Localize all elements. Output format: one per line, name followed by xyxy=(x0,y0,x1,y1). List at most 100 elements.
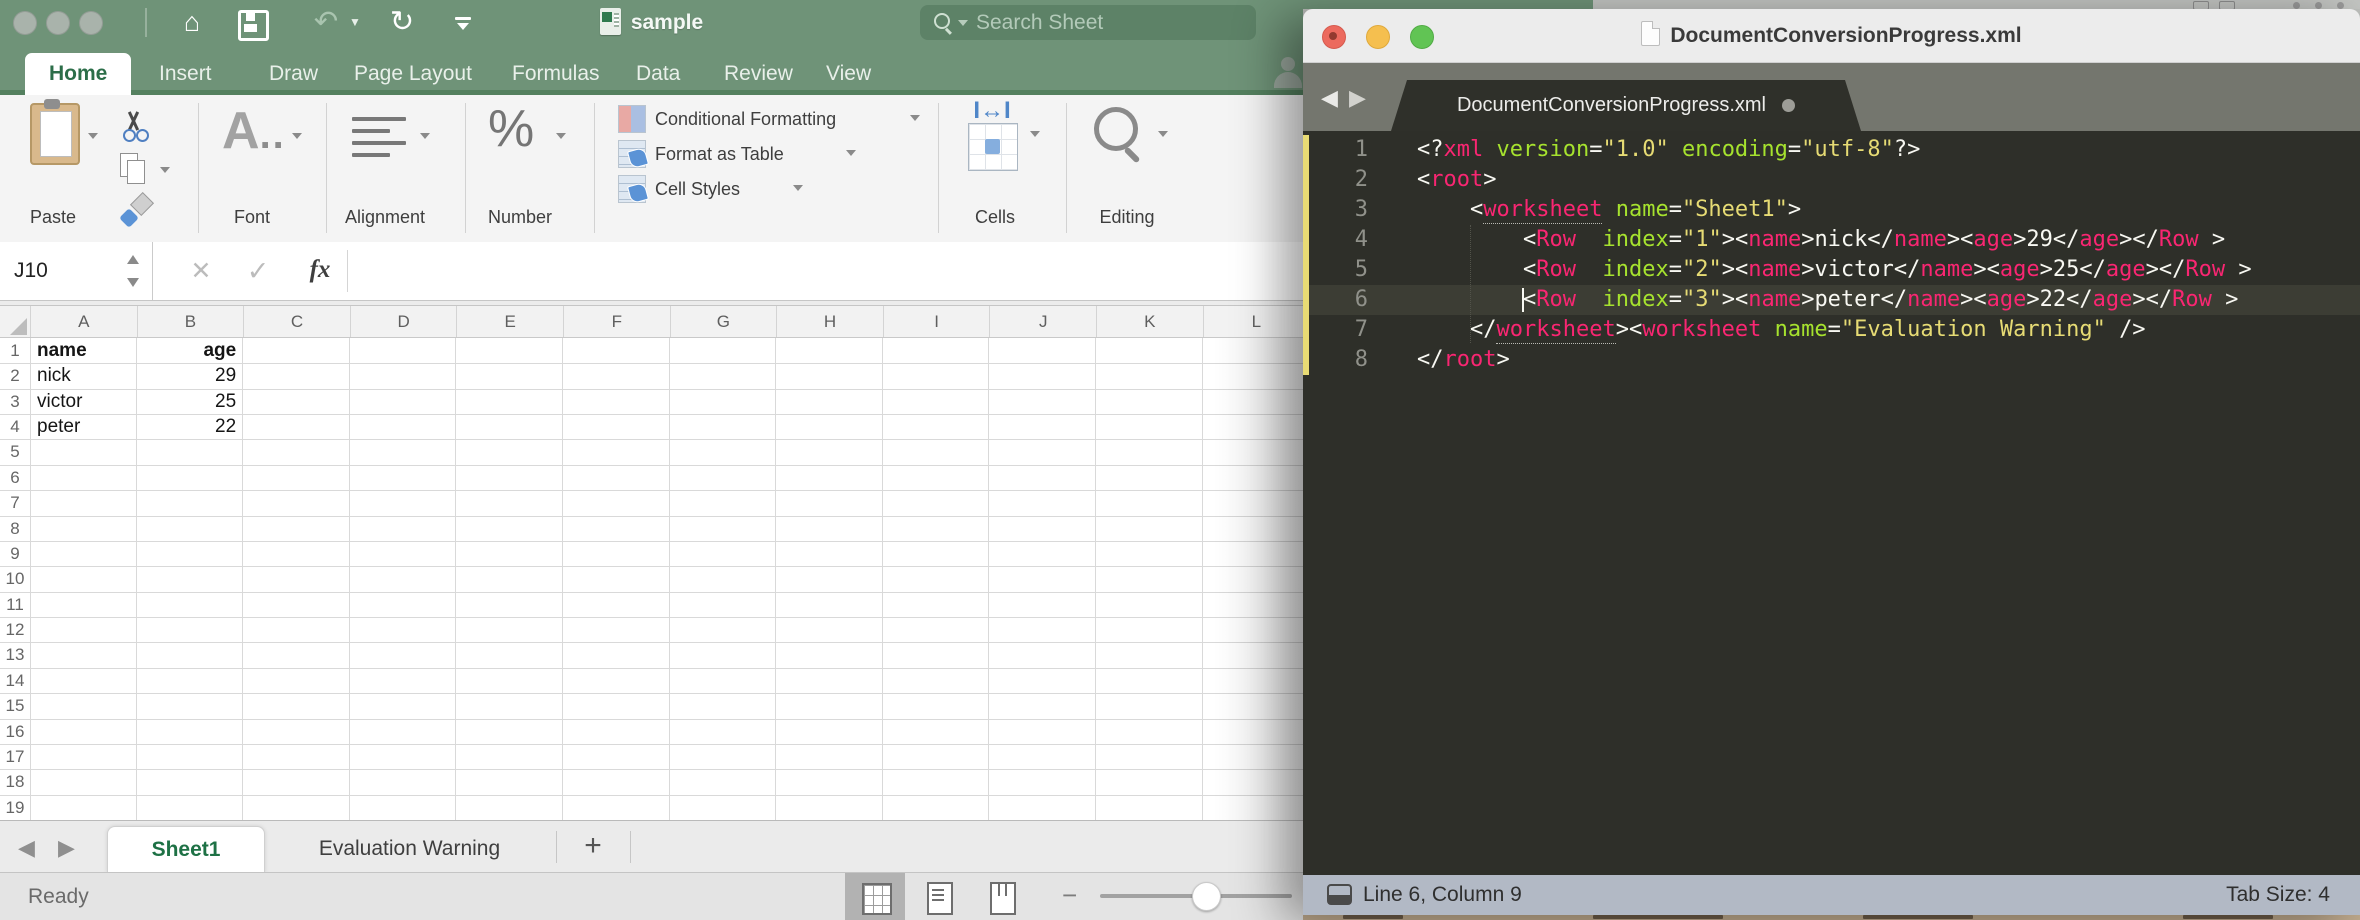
cut-icon[interactable] xyxy=(118,109,150,141)
code-line-2[interactable]: 2<root> xyxy=(1303,165,2360,195)
row-header-11[interactable]: 11 xyxy=(0,592,30,617)
page-break-view-button[interactable] xyxy=(971,873,1031,920)
editing-dropdown-icon[interactable] xyxy=(1158,131,1168,137)
panel-toggle-icon[interactable] xyxy=(1327,884,1352,905)
column-header-F[interactable]: F xyxy=(563,306,670,337)
column-header-E[interactable]: E xyxy=(456,306,563,337)
editor-file-tab[interactable]: DocumentConversionProgress.xml xyxy=(1391,80,1861,131)
paste-dropdown-icon[interactable] xyxy=(88,133,98,139)
row-header-17[interactable]: 17 xyxy=(0,744,30,769)
row-header-6[interactable]: 6 xyxy=(0,465,30,490)
line-number: 7 xyxy=(1303,315,1390,345)
number-dropdown-icon[interactable] xyxy=(556,133,566,139)
font-dropdown-icon[interactable] xyxy=(292,133,302,139)
enter-icon[interactable]: ✓ xyxy=(243,242,273,300)
row-header-13[interactable]: 13 xyxy=(0,642,30,667)
search-icon xyxy=(934,13,950,29)
paste-button[interactable] xyxy=(30,103,80,165)
cells-group-icon[interactable] xyxy=(968,123,1018,171)
zoom-out-icon[interactable]: − xyxy=(1062,873,1077,918)
formula-input[interactable] xyxy=(350,242,1303,300)
ribbon-tab-insert[interactable]: Insert xyxy=(135,53,236,95)
row-header-14[interactable]: 14 xyxy=(0,668,30,693)
cells-dropdown-icon[interactable] xyxy=(1030,131,1040,137)
code-line-1[interactable]: 1<?xml version="1.0" encoding="utf-8"?> xyxy=(1303,135,2360,165)
code-line-6[interactable]: 6 <Row index="3"><name>peter</name><age>… xyxy=(1303,285,2360,315)
cell-A1[interactable]: name xyxy=(30,338,137,363)
row-header-19[interactable]: 19 xyxy=(0,795,30,820)
nav-forward-icon[interactable]: ▶ xyxy=(1349,85,1366,111)
share-person-icon[interactable] xyxy=(1272,55,1303,89)
column-header-K[interactable]: K xyxy=(1096,306,1203,337)
alignment-dropdown-icon[interactable] xyxy=(420,133,430,139)
row-header-16[interactable]: 16 xyxy=(0,719,30,744)
cell-B1[interactable]: age xyxy=(137,338,244,363)
sheet-tab-sheet1[interactable]: Sheet1 xyxy=(107,826,265,873)
cell-A4[interactable]: peter xyxy=(30,414,137,439)
insert-function-icon[interactable]: fx xyxy=(302,242,338,298)
code-line-8[interactable]: 8</root> xyxy=(1303,345,2360,375)
ribbon-tab-page-layout[interactable]: Page Layout xyxy=(330,53,496,95)
column-header-G[interactable]: G xyxy=(670,306,777,337)
row-header-9[interactable]: 9 xyxy=(0,541,30,566)
sheet-tab-evaluation-warning[interactable]: Evaluation Warning xyxy=(263,826,556,872)
code-editor[interactable]: 1<?xml version="1.0" encoding="utf-8"?>2… xyxy=(1303,131,2360,875)
cell-B3[interactable]: 25 xyxy=(137,389,244,414)
sheet-nav-forward-icon[interactable]: ▶ xyxy=(58,835,75,861)
cell-A3[interactable]: victor xyxy=(30,389,137,414)
add-sheet-button[interactable]: + xyxy=(578,821,608,873)
row-header-7[interactable]: 7 xyxy=(0,490,30,515)
column-header-I[interactable]: I xyxy=(883,306,990,337)
column-header-J[interactable]: J xyxy=(989,306,1096,337)
copy-icon[interactable] xyxy=(120,153,150,185)
row-header-3[interactable]: 3 xyxy=(0,389,30,414)
search-input[interactable]: Search Sheet xyxy=(920,5,1256,40)
name-box-stepper[interactable] xyxy=(126,253,140,289)
page-layout-view-button[interactable] xyxy=(908,873,968,920)
row-header-15[interactable]: 15 xyxy=(0,693,30,718)
row-header-12[interactable]: 12 xyxy=(0,617,30,642)
column-header-B[interactable]: B xyxy=(137,306,244,337)
cancel-icon[interactable]: ✕ xyxy=(186,242,216,300)
code-line-3[interactable]: 3 <worksheet name="Sheet1"> xyxy=(1303,195,2360,225)
select-all-corner[interactable] xyxy=(10,318,27,335)
row-header-8[interactable]: 8 xyxy=(0,516,30,541)
zoom-slider-knob[interactable] xyxy=(1192,882,1221,911)
name-box[interactable]: J10 xyxy=(0,242,153,300)
ribbon-tab-draw[interactable]: Draw xyxy=(245,53,342,95)
document-icon xyxy=(1641,21,1660,46)
number-group-icon[interactable]: % xyxy=(488,99,534,159)
row-header-2[interactable]: 2 xyxy=(0,363,30,388)
row-header-18[interactable]: 18 xyxy=(0,769,30,794)
font-group-icon[interactable]: A.. xyxy=(222,101,282,171)
code-line-4[interactable]: 4 <Row index="1"><name>nick</name><age>2… xyxy=(1303,225,2360,255)
cell-A2[interactable]: nick xyxy=(30,363,137,388)
cell-B2[interactable]: 29 xyxy=(137,363,244,388)
row-header-1[interactable]: 1 xyxy=(0,338,30,363)
column-header-A[interactable]: A xyxy=(30,306,137,337)
normal-view-button[interactable] xyxy=(845,873,905,920)
ribbon-tab-home[interactable]: Home xyxy=(25,53,131,95)
row-header-4[interactable]: 4 xyxy=(0,414,30,439)
code-line-7[interactable]: 7 </worksheet><worksheet name="Evaluatio… xyxy=(1303,315,2360,345)
code-line-5[interactable]: 5 <Row index="2"><name>victor</name><age… xyxy=(1303,255,2360,285)
row-header-10[interactable]: 10 xyxy=(0,566,30,591)
column-header-L[interactable]: L xyxy=(1203,306,1303,337)
column-header-H[interactable]: H xyxy=(776,306,883,337)
tab-size[interactable]: Tab Size: 4 xyxy=(2226,875,2330,915)
format-painter-icon[interactable] xyxy=(118,195,152,229)
alignment-group-icon[interactable] xyxy=(352,117,406,161)
ribbon-tab-formulas[interactable]: Formulas xyxy=(488,53,624,95)
editing-group-icon[interactable] xyxy=(1094,107,1138,151)
cell-B4[interactable]: 22 xyxy=(137,414,244,439)
nav-back-icon[interactable]: ◀ xyxy=(1321,85,1338,111)
copy-dropdown-icon[interactable] xyxy=(160,167,170,173)
row-header-5[interactable]: 5 xyxy=(0,439,30,464)
column-header-C[interactable]: C xyxy=(243,306,350,337)
sheet-nav-back-icon[interactable]: ◀ xyxy=(18,835,35,861)
spreadsheet-grid[interactable]: 12345678910111213141516171819nameagenick… xyxy=(0,338,1303,820)
column-header-D[interactable]: D xyxy=(350,306,457,337)
ribbon-tab-data[interactable]: Data xyxy=(612,53,704,95)
ribbon-tab-view[interactable]: View xyxy=(802,53,895,95)
ribbon-tab-review[interactable]: Review xyxy=(700,53,817,95)
